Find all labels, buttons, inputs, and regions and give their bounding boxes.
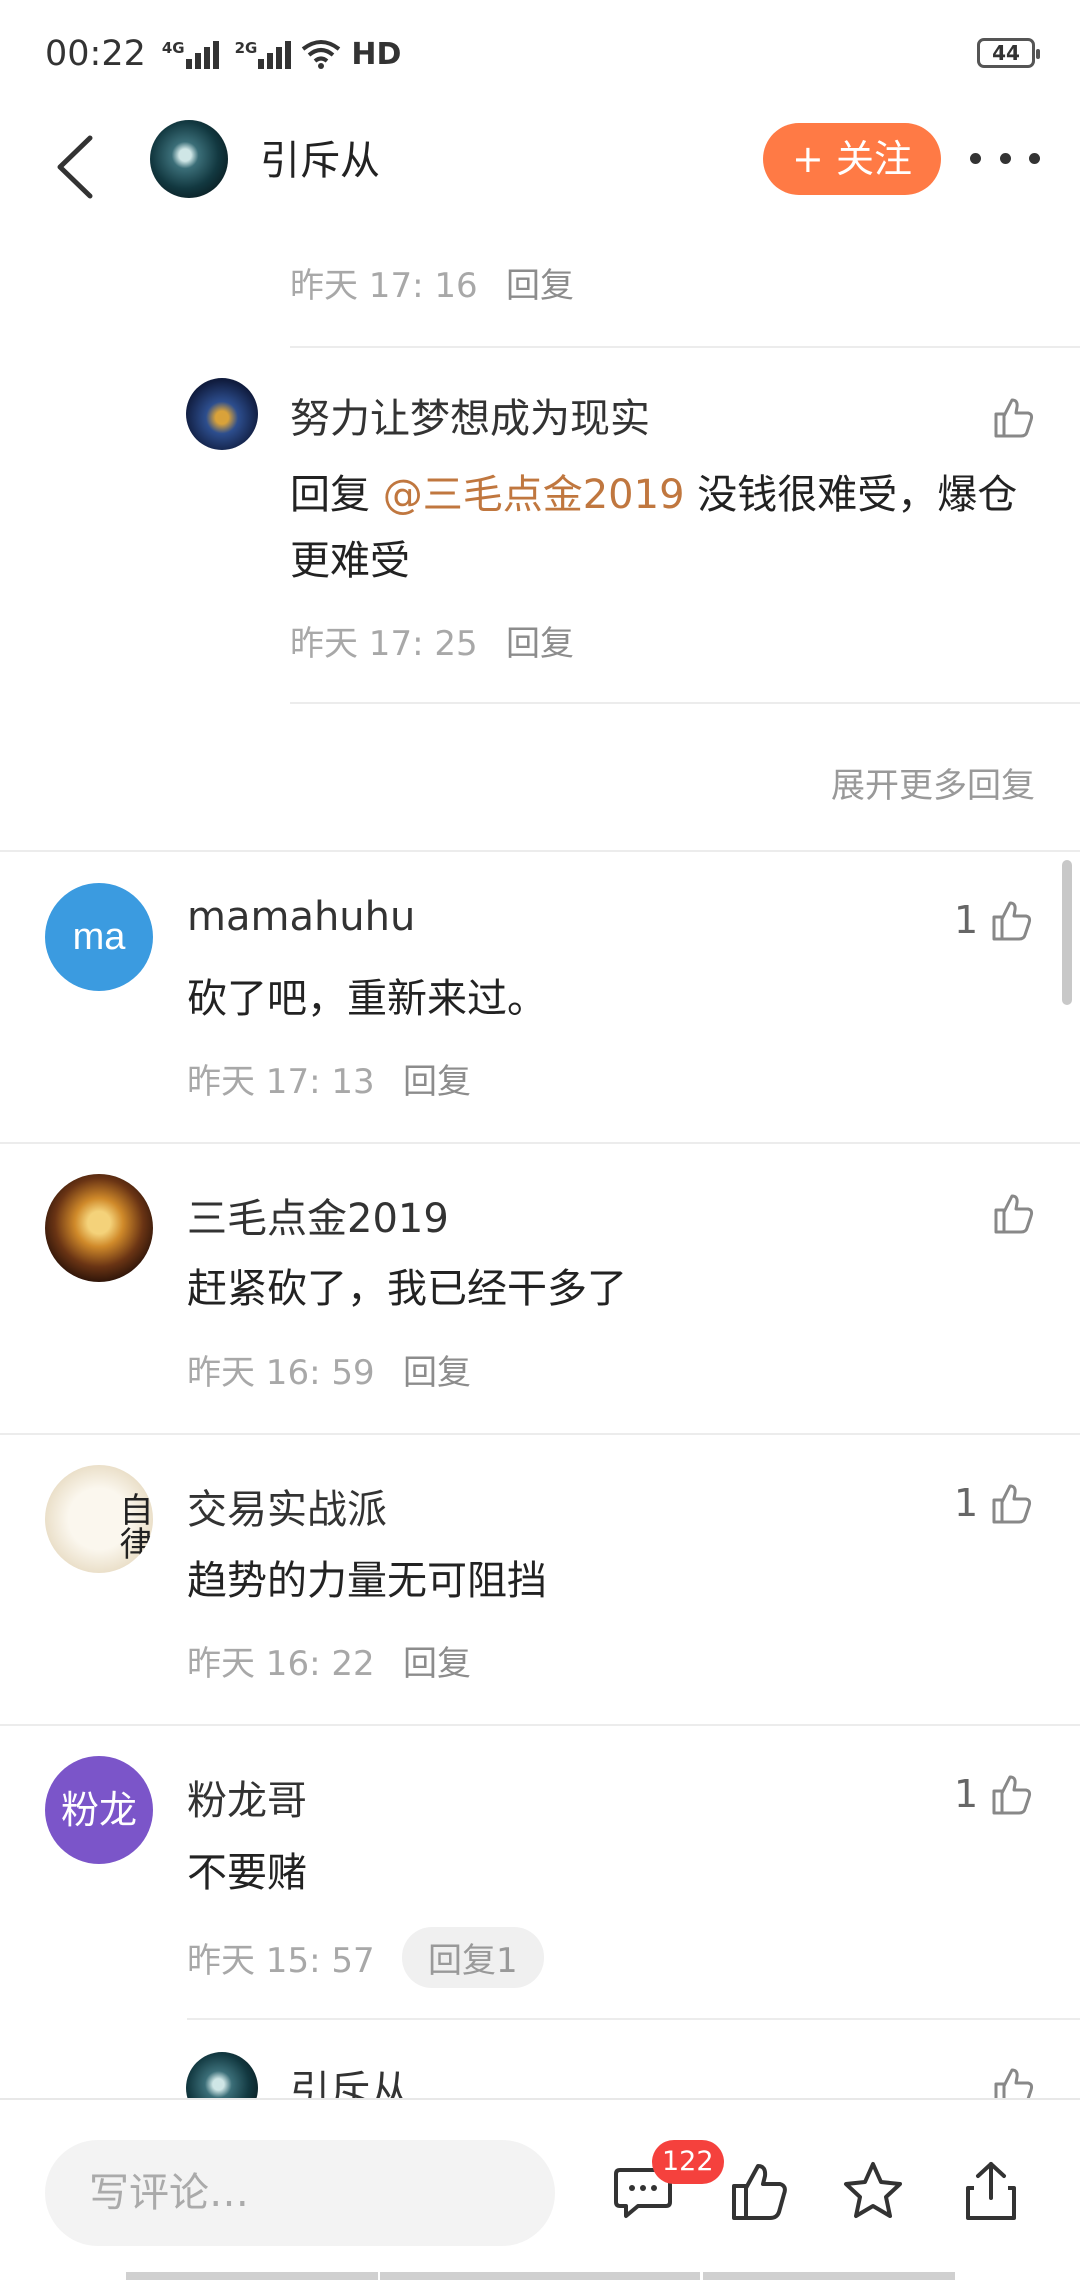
author-avatar[interactable] (150, 120, 228, 198)
clock: 00:22 (45, 34, 146, 74)
battery-icon: 44 (977, 38, 1040, 68)
bottom-bar: 122 (0, 2098, 1080, 2280)
wifi-icon (302, 40, 341, 69)
comment-author[interactable]: 粉龙哥 (187, 1768, 307, 1826)
like-button[interactable]: 1 (954, 1771, 1034, 1817)
dot-icon (970, 152, 981, 164)
thumbs-up-icon (994, 398, 1034, 438)
divider (0, 1724, 1080, 1726)
like-button[interactable]: 1 (954, 897, 1034, 943)
comment-author[interactable]: 交易实战派 (187, 1477, 387, 1535)
more-options-button[interactable] (970, 146, 1040, 170)
comment-input[interactable] (45, 2140, 555, 2246)
reply-button[interactable]: 回复 (403, 1054, 471, 1103)
divider (290, 702, 1080, 704)
timestamp: 昨天 17: 16 (290, 266, 478, 306)
comment-meta: 昨天 16: 22 回复 (187, 1636, 471, 1685)
back-button[interactable] (48, 122, 108, 212)
network-type-1: 4G (161, 39, 185, 57)
view-replies-button[interactable]: 回复1 (402, 1927, 544, 1988)
comment-text: 砍了吧，重新来过。 (187, 976, 547, 1022)
mention-link[interactable]: @三毛点金2019 (383, 472, 685, 518)
network-type-2: 2G (234, 39, 258, 57)
comment-author[interactable]: mamahuhu (187, 894, 415, 940)
status-left: 00:22 4G 2G HD (45, 34, 401, 74)
comment-text: 不要赌 (187, 1850, 307, 1896)
dot-icon (1029, 152, 1040, 164)
author-name[interactable]: 引斥从 (260, 128, 380, 186)
reply-button[interactable]: 回复 (403, 1636, 471, 1685)
timestamp: 昨天 15: 57 (187, 1941, 375, 1981)
signal-icon-1: 4G (162, 39, 219, 69)
thumbs-up-icon[interactable] (728, 2160, 790, 2222)
star-icon[interactable] (842, 2160, 904, 2222)
like-button[interactable]: 1 (954, 1480, 1034, 1526)
reply-avatar[interactable] (186, 378, 258, 450)
comment-count-badge: 122 (652, 2140, 724, 2184)
reply-button[interactable]: 回复 (403, 1345, 471, 1394)
reply-text: 回复 @三毛点金2019 没钱很难受，爆仓更难受 (290, 462, 1040, 594)
home-indicator (380, 2272, 700, 2280)
header: 引斥从 + 关注 (0, 110, 1080, 240)
like-count: 1 (954, 1772, 979, 1816)
divider (290, 346, 1080, 348)
timestamp: 昨天 17: 25 (290, 624, 478, 664)
timestamp: 昨天 17: 13 (187, 1062, 375, 1102)
divider (187, 2018, 1080, 2020)
hd-indicator: HD (351, 36, 402, 72)
like-count: 1 (954, 1481, 979, 1525)
like-count: 1 (954, 898, 979, 942)
timestamp: 昨天 16: 59 (187, 1353, 375, 1393)
expand-more-replies[interactable]: 展开更多回复 (831, 758, 1035, 807)
reply-button[interactable]: 回复 (506, 258, 574, 307)
dot-icon (999, 152, 1011, 164)
reply-prefix: 回复 (290, 472, 383, 518)
comment-text: 趋势的力量无可阻挡 (187, 1558, 547, 1604)
comment-text: 赶紧砍了，我已经干多了 (187, 1266, 627, 1312)
like-button[interactable] (990, 1190, 1036, 1236)
comment-meta: 昨天 16: 59 回复 (187, 1345, 471, 1394)
divider (0, 1142, 1080, 1144)
reply-meta: 昨天 17: 25 回复 (290, 616, 574, 665)
reply-button[interactable]: 回复 (506, 616, 574, 665)
divider (0, 850, 1080, 852)
home-indicator (703, 2272, 955, 2280)
divider (0, 1433, 1080, 1435)
status-bar: 00:22 4G 2G HD 44 (0, 0, 1080, 110)
thumbs-up-icon (992, 901, 1032, 941)
comment-meta: 昨天 17: 13 回复 (187, 1054, 471, 1103)
signal-icon-2: 2G (235, 39, 292, 69)
share-icon[interactable] (960, 2160, 1022, 2222)
comment-author[interactable]: 三毛点金2019 (187, 1186, 449, 1244)
comment-avatar[interactable] (45, 1174, 153, 1282)
thumbs-up-icon (992, 1484, 1032, 1524)
comment-meta: 昨天 15: 57 回复1 (187, 1927, 544, 1988)
thumbs-up-icon (994, 1194, 1034, 1234)
scrollbar[interactable] (1062, 860, 1072, 1005)
prev-reply-meta: 昨天 17: 16 回复 (290, 258, 574, 307)
follow-button[interactable]: + 关注 (763, 123, 941, 195)
comment-avatar[interactable]: 粉龙 (45, 1756, 153, 1864)
timestamp: 昨天 16: 22 (187, 1644, 375, 1684)
comment-avatar[interactable]: 自律 (45, 1465, 153, 1573)
like-button[interactable] (990, 394, 1036, 440)
comment-avatar[interactable]: ma (45, 883, 153, 991)
reply-author[interactable]: 努力让梦想成为现实 (290, 386, 650, 444)
home-indicator (126, 2272, 378, 2280)
thumbs-up-icon (992, 1775, 1032, 1815)
